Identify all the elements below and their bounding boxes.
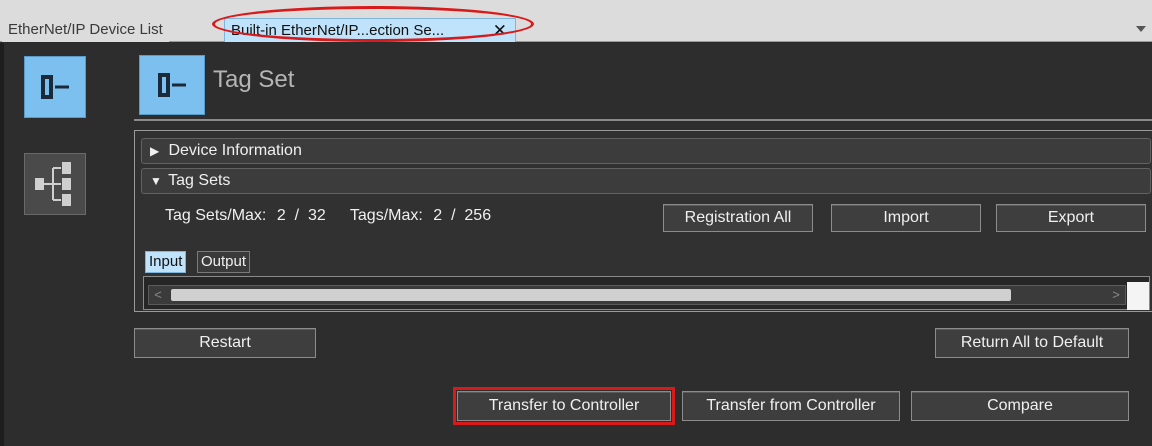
tag-set-icon	[158, 73, 186, 97]
section-tag-sets[interactable]: ▼ Tag Sets	[141, 168, 1151, 194]
section-label: Tag Sets	[168, 172, 231, 189]
grid-column-headers	[144, 277, 1128, 283]
horizontal-scrollbar[interactable]: < >	[148, 285, 1126, 305]
tag-counts: Tag Sets/Max: 2 / 32 Tags/Max: 2 / 256	[165, 207, 497, 225]
tab-ethernet-ip-device-list[interactable]: EtherNet/IP Device List	[2, 18, 169, 42]
subtab-output[interactable]: Output	[197, 251, 251, 273]
section-device-information[interactable]: ▶ Device Information	[141, 138, 1151, 164]
tab-label: EtherNet/IP Device List	[8, 21, 163, 38]
tag-sets-max-value: 2 / 32	[276, 207, 326, 224]
transfer-from-controller-button[interactable]: Transfer from Controller	[682, 391, 900, 421]
scroll-left-icon[interactable]: <	[149, 286, 167, 304]
tags-max-label: Tags/Max:	[349, 207, 423, 224]
tag-set-icon	[41, 75, 69, 99]
collapse-arrow-icon: ▼	[150, 174, 162, 188]
sidebar-tag-set-button[interactable]	[24, 56, 86, 118]
restart-button[interactable]: Restart	[134, 328, 316, 358]
scroll-right-icon[interactable]: >	[1107, 286, 1125, 304]
export-button[interactable]: Export	[996, 204, 1146, 232]
chevron-down-icon[interactable]	[1136, 26, 1146, 32]
compare-button[interactable]: Compare	[911, 391, 1129, 421]
connection-tree-icon	[35, 162, 71, 206]
section-label: Device Information	[168, 142, 302, 159]
scrollbar-thumb[interactable]	[171, 289, 1011, 301]
close-icon[interactable]: ✕	[493, 19, 507, 43]
header-divider	[134, 119, 1152, 121]
tab-bar: EtherNet/IP Device List Built-in EtherNe…	[0, 0, 1152, 42]
sidebar-connection-tree-button[interactable]	[24, 153, 86, 215]
grid-corner	[1127, 282, 1149, 310]
main-area: Tag Set ▶ Device Information ▼ Tag Sets …	[0, 43, 1152, 446]
page-title: Tag Set	[213, 66, 295, 93]
tag-set-grid[interactable]: < >	[143, 276, 1150, 310]
import-button[interactable]: Import	[831, 204, 981, 232]
subtab-input[interactable]: Input	[145, 251, 187, 273]
tab-built-in-ethernet-ip-connection[interactable]: Built-in EtherNet/IP...ection Se... ✕	[224, 18, 516, 42]
tab-label: Built-in EtherNet/IP...ection Se...	[231, 22, 445, 39]
expand-arrow-icon: ▶	[150, 144, 160, 158]
tag-sets-max-label: Tag Sets/Max:	[165, 207, 267, 224]
transfer-to-controller-button[interactable]: Transfer to Controller	[457, 391, 671, 421]
tag-set-header-icon	[139, 55, 205, 115]
return-all-to-default-button[interactable]: Return All to Default	[935, 328, 1129, 358]
tags-max-value: 2 / 256	[433, 207, 492, 224]
tag-set-panel: ▶ Device Information ▼ Tag Sets Tag Sets…	[134, 130, 1152, 312]
registration-all-button[interactable]: Registration All	[663, 204, 813, 232]
